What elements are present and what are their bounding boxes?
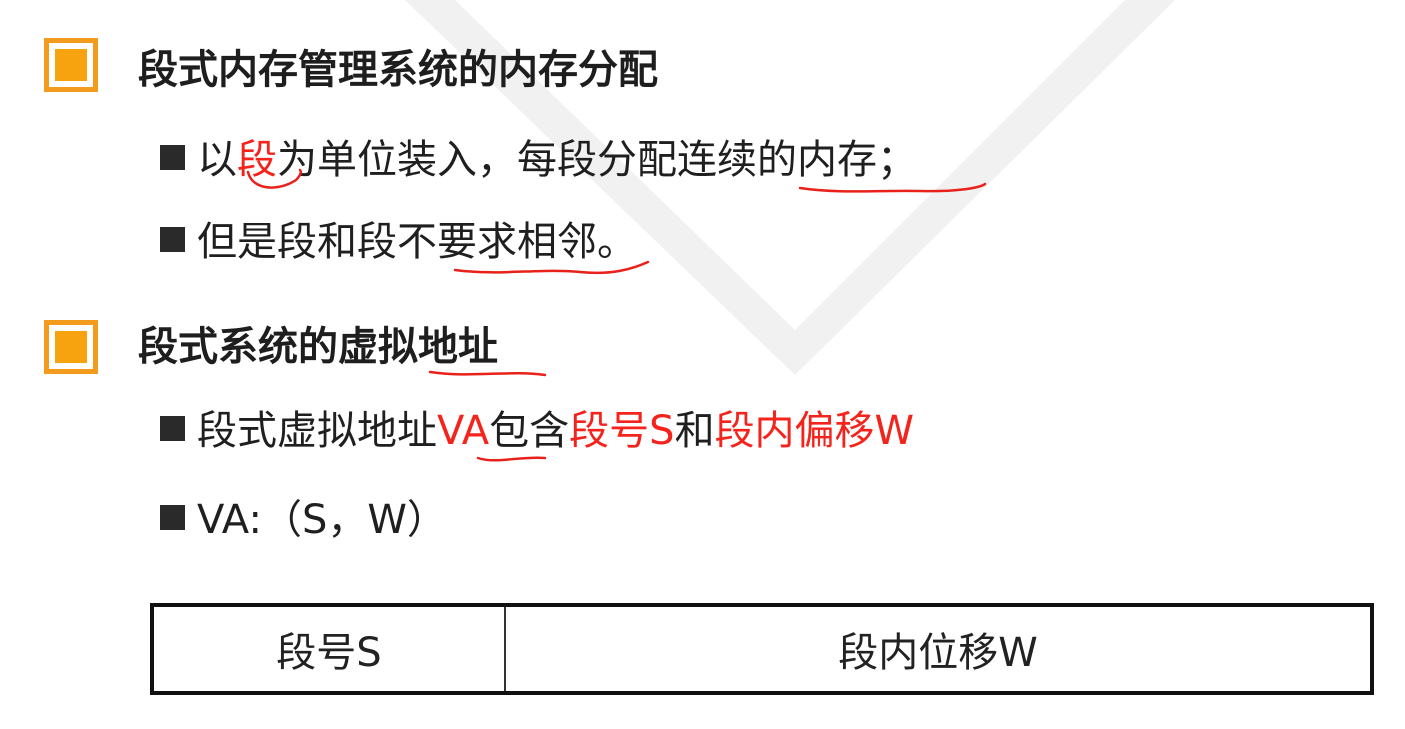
text-plain: 段式虚拟地址 <box>197 408 437 454</box>
text-plain: VA:（S，W） <box>197 497 447 543</box>
section-title-virtual-address: 段式系统的虚拟地址 <box>138 324 498 370</box>
text-highlight-va: VA <box>437 408 490 454</box>
bullet-square-icon <box>160 505 185 530</box>
bullet-square-icon <box>160 145 185 170</box>
bullet-not-adjacent: 但是段和段不要求相邻。 <box>160 222 637 262</box>
bullet-va-format: VA:（S，W） <box>160 500 447 540</box>
section-marker-icon <box>44 38 98 92</box>
table-cell-segment-offset: 段内位移W <box>838 630 1038 676</box>
text-plain: 为单位装入，每段分配连续的内存； <box>277 137 917 183</box>
text-plain: 包含 <box>489 408 570 454</box>
underline-va <box>476 456 547 462</box>
bullet-va-contains: 段式虚拟地址VA包含段号S和段内偏移W <box>160 411 914 451</box>
section-title-memory-allocation: 段式内存管理系统的内存分配 <box>138 47 658 93</box>
underline-contiguous-memory <box>798 182 987 193</box>
text-plain: 但是段和段不要求相邻。 <box>197 219 637 265</box>
text-highlight-offset: 段内偏移W <box>714 408 915 454</box>
text-plain: 以 <box>197 137 237 183</box>
table-cell-segment-number: 段号S <box>154 607 506 691</box>
bullet-square-icon <box>160 227 185 252</box>
virtual-address-format-table: 段号S 段内位移W <box>150 603 1374 695</box>
bullet-segment-unit: 以段为单位装入，每段分配连续的内存； <box>160 140 917 180</box>
bullet-square-icon <box>160 416 185 441</box>
text-plain: 和 <box>674 408 715 454</box>
underline-virtual <box>428 370 547 377</box>
section-marker-icon <box>44 320 98 374</box>
text-highlight-segment-number: 段号S <box>569 408 675 454</box>
text-highlight-segment: 段 <box>237 137 277 183</box>
